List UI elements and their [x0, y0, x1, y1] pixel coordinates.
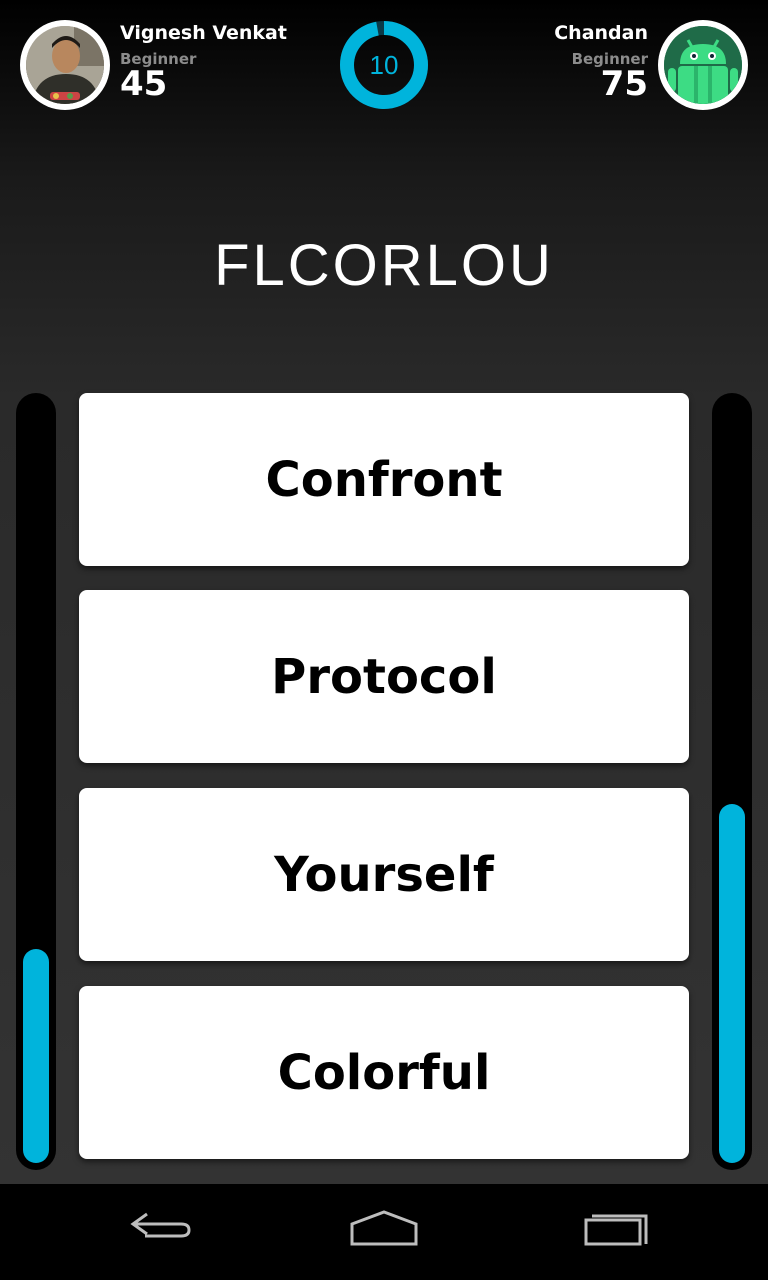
answer-option[interactable]: Confront	[79, 393, 689, 566]
home-icon	[350, 1210, 418, 1246]
system-navigation-bar	[0, 1184, 768, 1280]
player-left-progress-meter	[16, 393, 56, 1170]
player-right-progress-fill	[719, 804, 745, 1163]
answer-option[interactable]: Colorful	[79, 986, 689, 1159]
player-right-name: Chandan	[554, 22, 648, 44]
answer-option[interactable]: Yourself	[79, 788, 689, 961]
back-icon	[130, 1212, 191, 1238]
player-left-progress-fill	[23, 949, 49, 1163]
player-left-name: Vignesh Venkat	[120, 22, 287, 44]
home-button[interactable]	[334, 1204, 434, 1260]
game-header: Vignesh Venkat Beginner 45 10 Chandan Be…	[0, 0, 768, 130]
countdown-timer: 10	[339, 20, 429, 110]
recent-apps-icon	[584, 1214, 648, 1246]
player-right-progress-meter	[712, 393, 752, 1170]
recent-apps-button[interactable]	[560, 1204, 660, 1260]
player-right-avatar	[658, 20, 748, 110]
player-left-score: 45	[120, 64, 168, 104]
player-right-score: 75	[600, 64, 648, 104]
android-robot-icon	[664, 26, 742, 104]
answer-option[interactable]: Protocol	[79, 590, 689, 763]
back-button[interactable]	[110, 1204, 210, 1260]
scrambled-word: FLCORLOU	[214, 233, 554, 298]
player-left-avatar	[20, 20, 110, 110]
timer-value: 10	[369, 49, 399, 80]
